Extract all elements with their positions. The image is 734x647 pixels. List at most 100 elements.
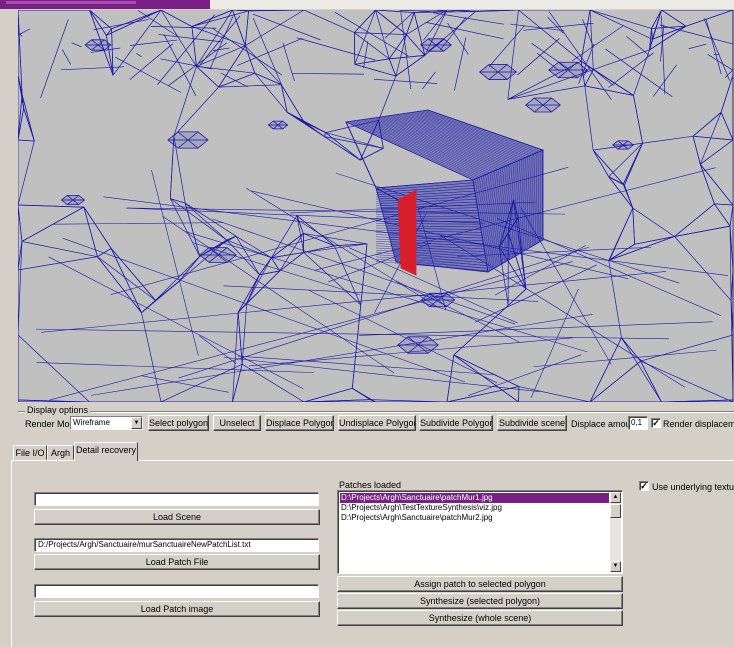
patches-list[interactable]: D:\Projects\Argh\Sanctuaire\patchMur1.jp… <box>337 490 623 574</box>
wire-edge <box>703 18 730 81</box>
wire-edge <box>141 312 162 402</box>
wire-edge <box>136 53 142 58</box>
wire-edge <box>35 328 669 340</box>
wire-edge <box>351 304 362 389</box>
wire-edge <box>518 386 591 402</box>
wire-edge <box>714 203 733 206</box>
wire-edge <box>622 184 634 209</box>
load-patch-image-button[interactable]: Load Patch image <box>34 601 320 617</box>
displace-amount-input[interactable]: 0,1 <box>628 416 648 430</box>
wire-edge <box>61 49 72 65</box>
wire-edge <box>209 16 234 69</box>
wire-edge <box>626 35 650 57</box>
undisplace-polygon-button[interactable]: Undisplace Polygon <box>338 415 416 431</box>
wire-edge <box>129 43 174 80</box>
subdivide-scene-button[interactable]: Subdivide scene <box>497 415 567 431</box>
load-scene-button[interactable]: Load Scene <box>34 509 320 525</box>
wire-edge <box>282 42 295 82</box>
wire-edge <box>533 349 717 367</box>
use-underlying-texture-checkbox[interactable]: ✓ <box>639 481 649 491</box>
render-mode-select[interactable]: Wireframe ▼ <box>70 416 143 430</box>
wire-face <box>397 189 417 276</box>
wire-edge <box>303 243 368 253</box>
wire-edge <box>378 75 397 121</box>
wire-edge <box>218 84 282 88</box>
tab-file-io[interactable]: File I/O <box>13 445 47 460</box>
wire-edge <box>507 85 585 100</box>
wire-edge <box>589 10 653 40</box>
wire-edge <box>18 139 35 142</box>
wire-edge <box>674 225 731 237</box>
wire-edge <box>168 42 228 86</box>
scene-path-input[interactable] <box>34 492 319 506</box>
display-options-label: Display options <box>25 405 91 415</box>
wire-edge <box>592 149 609 177</box>
wire-edge <box>661 10 687 27</box>
wire-edge <box>685 10 733 27</box>
wire-edge <box>83 206 112 249</box>
wire-edge <box>244 45 256 74</box>
wire-edge <box>18 74 25 109</box>
unselect-button[interactable]: Unselect <box>213 415 261 431</box>
wire-edge <box>110 248 142 313</box>
wire-edge <box>674 236 732 301</box>
scroll-up-icon[interactable]: ▲ <box>610 492 621 503</box>
wire-edge <box>354 32 390 60</box>
wire-edge <box>169 136 175 199</box>
patch-image-input[interactable] <box>34 584 319 598</box>
wire-edge <box>60 66 125 71</box>
checkmark-icon: ✓ <box>640 481 648 491</box>
wire-edge <box>212 47 230 51</box>
wire-edge <box>71 42 82 48</box>
wire-edge <box>173 86 219 137</box>
synthesize-selected-button[interactable]: Synthesize (selected polygon) <box>337 593 623 609</box>
patch-file-input[interactable]: D:/Projects/Argh/Sanctuaire/murSanctuair… <box>34 538 319 552</box>
load-patch-file-button[interactable]: Load Patch File <box>34 554 320 570</box>
wire-edge <box>140 375 229 393</box>
wire-edge <box>375 10 390 59</box>
wire-edge <box>688 43 707 50</box>
wire-edge <box>178 256 200 282</box>
subdivide-polygon-button[interactable]: Subdivide Polygon <box>419 415 493 431</box>
wire-edge <box>286 111 326 133</box>
window-titlebar <box>0 0 734 9</box>
wire-edge <box>89 10 107 36</box>
wire-edge <box>308 289 498 384</box>
render-displacement-checkbox[interactable]: ✓ <box>651 418 661 428</box>
wireframe-scene[interactable] <box>18 10 733 402</box>
synthesize-whole-button[interactable]: Synthesize (whole scene) <box>337 610 623 626</box>
wire-edge <box>232 10 246 46</box>
list-item[interactable]: D:\Projects\Argh\Sanctuaire\patchMur1.jp… <box>340 493 609 503</box>
wire-edge <box>530 288 579 398</box>
wire-edge <box>488 25 525 67</box>
wire-edge <box>388 58 397 77</box>
wire-edge <box>90 314 593 396</box>
wire-edge <box>632 208 635 245</box>
wire-edge <box>235 235 272 259</box>
wire-edge <box>640 360 662 402</box>
list-item[interactable]: D:\Projects\Argh\Sanctuaire\patchMur2.jp… <box>340 513 493 523</box>
wire-edge <box>608 52 654 88</box>
wire-edge <box>254 72 288 113</box>
wire-edge <box>354 10 376 65</box>
select-polygon-button[interactable]: Select polygon <box>148 415 209 431</box>
wire-edge <box>18 140 35 206</box>
wire-edge <box>281 84 305 123</box>
assign-patch-button[interactable]: Assign patch to selected polygon <box>337 576 623 592</box>
wire-edge <box>475 264 597 323</box>
render-viewport[interactable] <box>18 10 733 402</box>
wire-edge <box>18 334 90 402</box>
tab-detail-recovery[interactable]: Detail recovery <box>74 442 138 461</box>
wire-edge <box>632 207 675 237</box>
displace-polygon-button[interactable]: Displace Polygon <box>265 415 334 431</box>
chevron-down-icon[interactable]: ▼ <box>131 417 142 429</box>
list-item[interactable]: D:\Projects\Argh\TestTextureSynthesis\vi… <box>340 503 502 513</box>
wire-edge <box>593 49 650 70</box>
scroll-down-icon[interactable]: ▼ <box>610 561 621 572</box>
tab-argh[interactable]: Argh <box>47 445 74 460</box>
wire-edge <box>226 235 237 241</box>
wire-edge <box>252 13 321 41</box>
scroll-thumb[interactable] <box>610 504 621 518</box>
wire-edge <box>160 10 193 27</box>
list-scrollbar[interactable]: ▲ ▼ <box>610 492 621 572</box>
